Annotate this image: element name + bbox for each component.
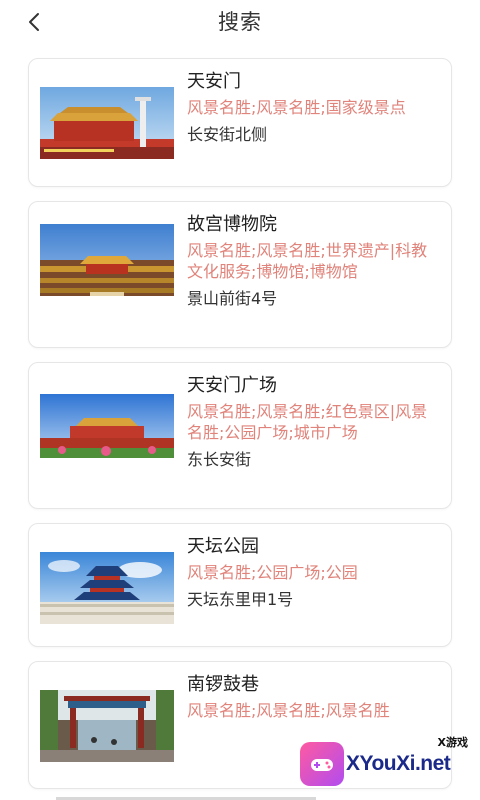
result-tags: 风景名胜;风景名胜;风景名胜 [187,701,390,720]
result-address: 天坛东里甲1号 [187,590,294,609]
result-name: 故宫博物院 [187,214,277,235]
result-tags: 风景名胜;风景名胜;国家级景点 [187,98,406,117]
result-address: 长安街北侧 [187,125,268,144]
result-tags: 风景名胜;风景名胜;世界遗产|科教文化服务;博物馆;博物馆 [187,241,428,281]
result-tags: 风景名胜;风景名胜;红色景区|风景名胜;公园广场;城市广场 [187,402,428,442]
result-name: 南锣鼓巷 [187,674,259,695]
result-tags: 风景名胜;公园广场;公园 [187,563,358,582]
temple-of-heaven-photo [40,552,174,624]
gamepad-logo-icon [300,742,344,786]
xyouxi-watermark: X游戏 XYouXi.net [300,734,470,790]
header: 搜索 [0,0,480,44]
watermark-small-text: X游戏 [437,736,468,749]
result-name: 天坛公园 [187,536,259,557]
result-card-tiananmen[interactable]: 天安门 风景名胜;风景名胜;国家级景点 长安街北侧 [28,58,452,187]
nanluoguxiang-photo [40,690,174,762]
watermark-main-text: XYouXi.net [346,752,451,775]
result-name: 天安门 [187,71,241,92]
forbidden-city-photo [40,224,174,296]
result-card-forbidden-city[interactable]: 故宫博物院 风景名胜;风景名胜;世界遗产|科教文化服务;博物馆;博物馆 景山前街… [28,201,452,348]
result-address: 景山前街4号 [187,289,278,308]
search-results-list: 天安门 风景名胜;风景名胜;国家级景点 长安街北侧 故宫博物院 风景名胜;风景名… [28,58,452,800]
result-card-tiananmen-square[interactable]: 天安门广场 风景名胜;风景名胜;红色景区|风景名胜;公园广场;城市广场 东长安街 [28,362,452,509]
result-card-temple-of-heaven[interactable]: 天坛公园 风景名胜;公园广场;公园 天坛东里甲1号 [28,523,452,647]
result-address: 东长安街 [187,450,252,469]
result-name: 天安门广场 [187,375,277,396]
tiananmen-square-photo [40,394,174,466]
tiananmen-photo [40,87,174,159]
page-title: 搜索 [218,10,262,34]
